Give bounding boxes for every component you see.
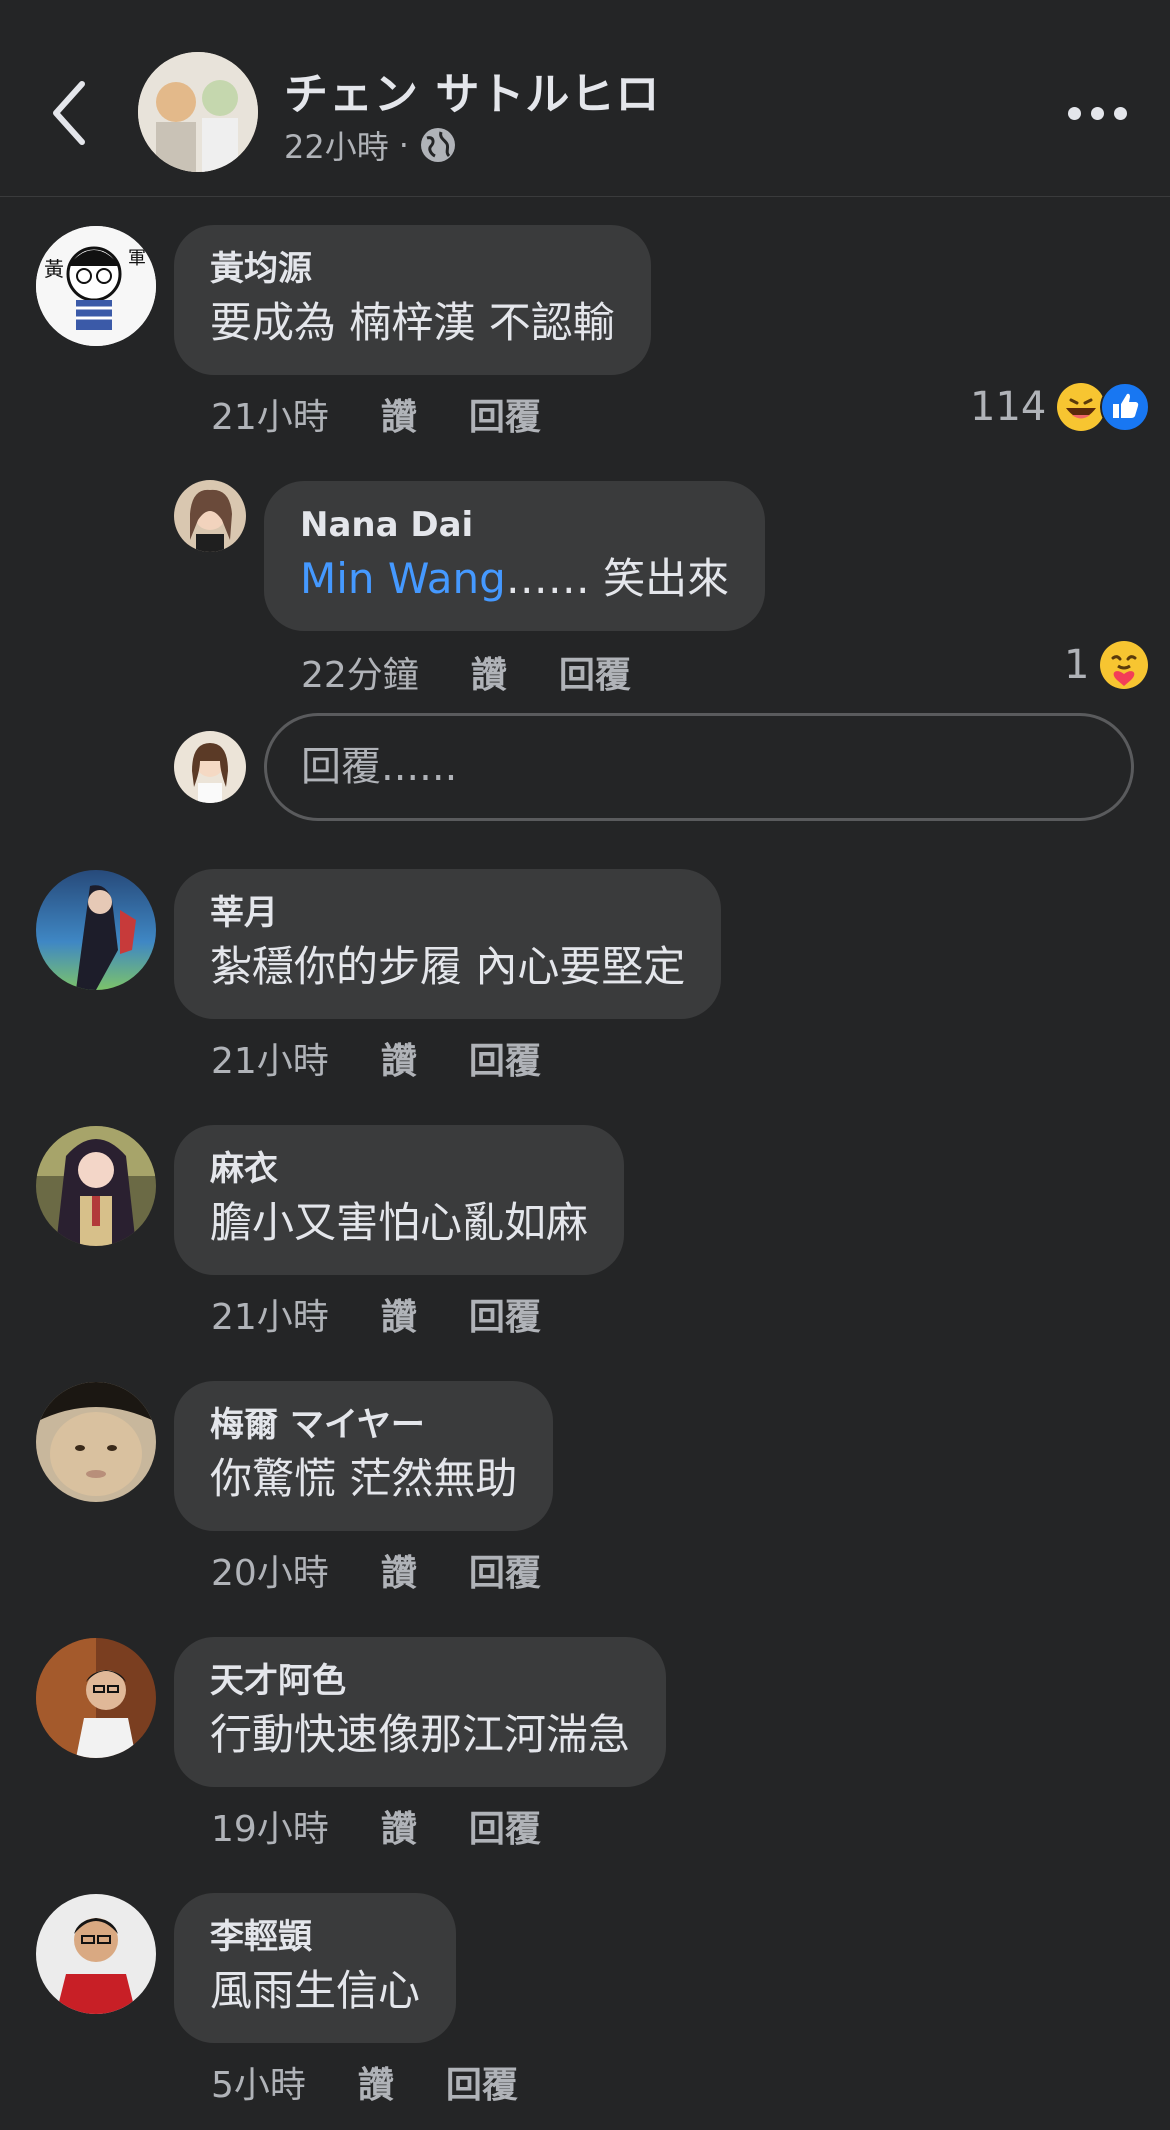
comment-bubble[interactable]: 梅爾 マイヤー 你驚慌 茫然無助: [174, 1381, 554, 1531]
commenter-avatar[interactable]: [36, 1382, 156, 1502]
comment-bubble[interactable]: 黃均源 要成為 楠梓漢 不認輸: [174, 225, 651, 375]
comment-author[interactable]: 麻衣: [210, 1147, 588, 1191]
reaction-count: 114: [970, 384, 1047, 430]
comment-bubble[interactable]: 李輕顗 風雨生信心: [174, 1893, 457, 2043]
comment-author[interactable]: 梅爾 マイヤー: [210, 1403, 517, 1447]
care-emoji-icon: [1100, 641, 1149, 689]
more-icon: [1068, 106, 1081, 120]
comment-bubble[interactable]: 莘月 紮穩你的步履 內心要堅定: [174, 869, 722, 1019]
reply-button[interactable]: 回覆: [559, 646, 631, 698]
comment-text: 行動快速像那江河湍急: [210, 1710, 631, 1759]
like-button[interactable]: 讚: [381, 1544, 417, 1596]
comment-time[interactable]: 5小時: [211, 2056, 306, 2108]
reply-button[interactable]: 回覆: [469, 1544, 541, 1596]
comment-actions: 21小時 讚 回覆: [211, 1288, 541, 1340]
comment-author[interactable]: 李輕顗: [210, 1915, 420, 1959]
poster-avatar[interactable]: [138, 52, 258, 172]
comment-actions: 20小時 讚 回覆: [211, 1544, 541, 1596]
like-button[interactable]: 讚: [471, 646, 507, 698]
svg-text:黃: 黃: [44, 257, 64, 281]
comment-text: 要成為 楠梓漢 不認輸: [210, 298, 615, 347]
comment-text: 膽小又害怕心亂如麻: [210, 1198, 589, 1247]
reaction-summary[interactable]: 1: [1064, 640, 1149, 690]
post-header: チェン サトルヒロ 22小時 ·: [0, 0, 1170, 197]
reaction-count: 1: [1064, 642, 1090, 688]
comment-text: 紮穩你的步履 內心要堅定: [210, 942, 686, 991]
commenter-avatar[interactable]: [36, 1126, 156, 1246]
reply-button[interactable]: 回覆: [469, 1288, 541, 1340]
post-meta: 22小時 ·: [284, 122, 457, 168]
comment-actions: 5小時 讚 回覆: [211, 2056, 518, 2108]
commenter-avatar[interactable]: [36, 1638, 156, 1758]
comment-time[interactable]: 21小時: [211, 388, 329, 440]
like-button[interactable]: 讚: [381, 1288, 417, 1340]
comment-text: 你驚慌 茫然無助: [210, 1454, 518, 1503]
reply-button[interactable]: 回覆: [469, 388, 541, 440]
comment-time[interactable]: 19小時: [211, 1800, 329, 1852]
like-button[interactable]: 讚: [381, 1800, 417, 1852]
comment-author[interactable]: 黃均源: [210, 247, 615, 291]
like-button[interactable]: 讚: [381, 388, 417, 440]
poster-name[interactable]: チェン サトルヒロ: [284, 58, 660, 122]
reply-button[interactable]: 回覆: [469, 1032, 541, 1084]
back-arrow-icon: [53, 81, 85, 145]
reply-input[interactable]: 回覆......: [264, 713, 1134, 821]
comment-time[interactable]: 22分鐘: [301, 646, 419, 698]
commenter-avatar[interactable]: [36, 1894, 156, 2014]
like-button[interactable]: 讚: [381, 1032, 417, 1084]
comment-author[interactable]: 莘月: [210, 891, 685, 935]
commenter-avatar[interactable]: [36, 870, 156, 990]
reply-button[interactable]: 回覆: [469, 1800, 541, 1852]
globe-icon: [420, 128, 455, 162]
reply-button[interactable]: 回覆: [446, 2056, 518, 2108]
comment-bubble[interactable]: 天才阿色 行動快速像那江河湍急: [174, 1637, 667, 1787]
like-reaction-icon: [1100, 382, 1151, 432]
mention-link[interactable]: Min Wang: [300, 554, 506, 603]
comment-actions: 22分鐘 讚 回覆: [301, 646, 631, 698]
comment-time[interactable]: 21小時: [211, 1032, 329, 1084]
laugh-emoji-icon: [1057, 383, 1106, 431]
comment-time[interactable]: 20小時: [211, 1544, 329, 1596]
back-button[interactable]: [44, 70, 96, 156]
comment-actions: 21小時 讚 回覆: [211, 388, 541, 440]
comment-time[interactable]: 21小時: [211, 1288, 329, 1340]
comment-actions: 21小時 讚 回覆: [211, 1032, 541, 1084]
comment-actions: 19小時 讚 回覆: [211, 1800, 541, 1852]
commenter-avatar[interactable]: 黃 軍: [36, 226, 156, 346]
commenter-avatar[interactable]: [174, 480, 246, 552]
comment-bubble[interactable]: 麻衣 膽小又害怕心亂如麻: [174, 1125, 625, 1275]
comment-bubble[interactable]: Nana Dai Min Wang…… 笑出來: [264, 481, 766, 631]
comment-text: 風雨生信心: [210, 1966, 421, 2015]
comment-author[interactable]: Nana Dai: [300, 503, 729, 547]
current-user-avatar: [174, 731, 246, 803]
like-button[interactable]: 讚: [358, 2056, 394, 2108]
comment-author[interactable]: 天才阿色: [210, 1659, 630, 1703]
reaction-summary[interactable]: 114: [970, 382, 1151, 432]
post-time: 22小時: [284, 128, 389, 166]
comment-text: Min Wang…… 笑出來: [300, 554, 730, 603]
svg-text:軍: 軍: [128, 248, 146, 269]
separator-dot: ·: [398, 126, 409, 164]
more-options-button[interactable]: [1068, 98, 1128, 128]
